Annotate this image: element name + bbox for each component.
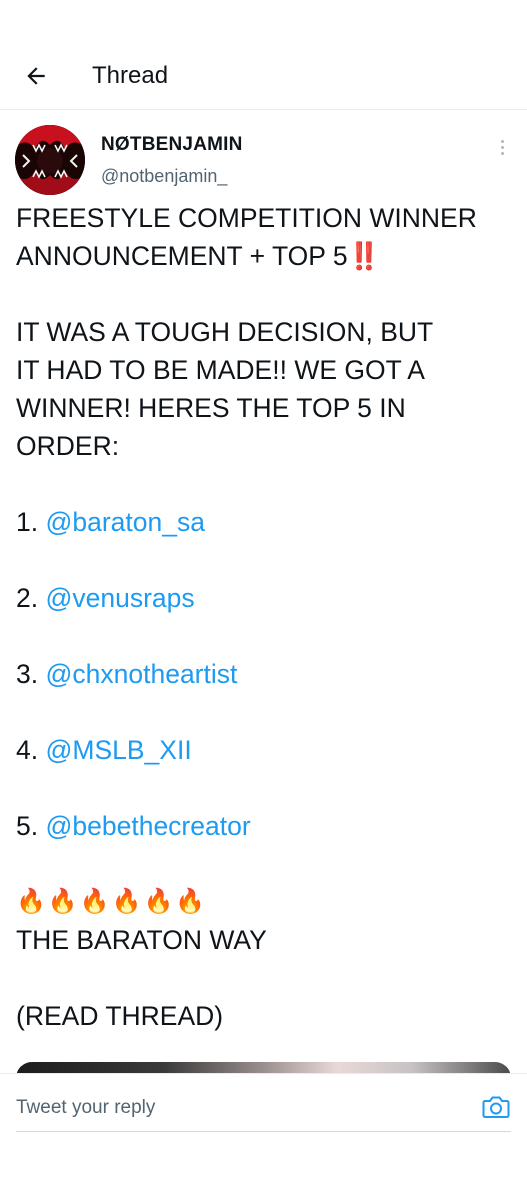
- avatar[interactable]: [15, 125, 85, 195]
- author-handle[interactable]: @notbenjamin_: [101, 166, 227, 187]
- more-options-icon[interactable]: [492, 135, 512, 159]
- ranking-item-2: 2. @venusraps: [16, 583, 195, 613]
- author-display-name[interactable]: NØTBENJAMIN: [101, 134, 243, 156]
- headline-line-2: ANNOUNCEMENT + TOP 5‼️: [16, 241, 381, 271]
- paragraph-line-2: IT HAD TO BE MADE!! WE GOT A: [16, 355, 425, 385]
- fire-emoji-row: 🔥🔥🔥🔥🔥🔥: [16, 888, 208, 915]
- camera-icon: [482, 1096, 510, 1118]
- reply-divider: [16, 1131, 511, 1132]
- headline-line-1: FREESTYLE COMPETITION WINNER: [16, 203, 477, 233]
- avatar-image: [15, 125, 85, 195]
- tweet-text: FREESTYLE COMPETITION WINNER ANNOUNCEMEN…: [16, 199, 511, 1035]
- page-title: Thread: [92, 62, 169, 89]
- mention-link[interactable]: @MSLB_XII: [45, 735, 191, 765]
- camera-button[interactable]: [481, 1092, 511, 1122]
- paragraph-line-4: ORDER:: [16, 431, 120, 461]
- mention-link[interactable]: @venusraps: [45, 583, 194, 613]
- tagline: THE BARATON WAY: [16, 925, 267, 955]
- reply-composer: [0, 1073, 527, 1200]
- read-thread-note: (READ THREAD): [16, 1001, 224, 1031]
- mention-link[interactable]: @chxnotheartist: [45, 659, 237, 689]
- double-exclamation-emoji: ‼️: [347, 241, 381, 271]
- ranking-item-3: 3. @chxnotheartist: [16, 659, 238, 689]
- arrow-left-icon: [27, 67, 45, 85]
- ranking-item-1: 1. @baraton_sa: [16, 507, 205, 537]
- reply-input[interactable]: [16, 1092, 456, 1124]
- mention-link[interactable]: @baraton_sa: [45, 507, 205, 537]
- paragraph-line-3: WINNER! HERES THE TOP 5 IN: [16, 393, 406, 423]
- top-bar: Thread: [0, 0, 527, 110]
- ranking-item-4: 4. @MSLB_XII: [16, 735, 192, 765]
- ranking-item-5: 5. @bebethecreator: [16, 811, 251, 841]
- paragraph-line-1: IT WAS A TOUGH DECISION, BUT: [16, 317, 434, 347]
- mention-link[interactable]: @bebethecreator: [45, 811, 250, 841]
- back-button[interactable]: [18, 58, 54, 94]
